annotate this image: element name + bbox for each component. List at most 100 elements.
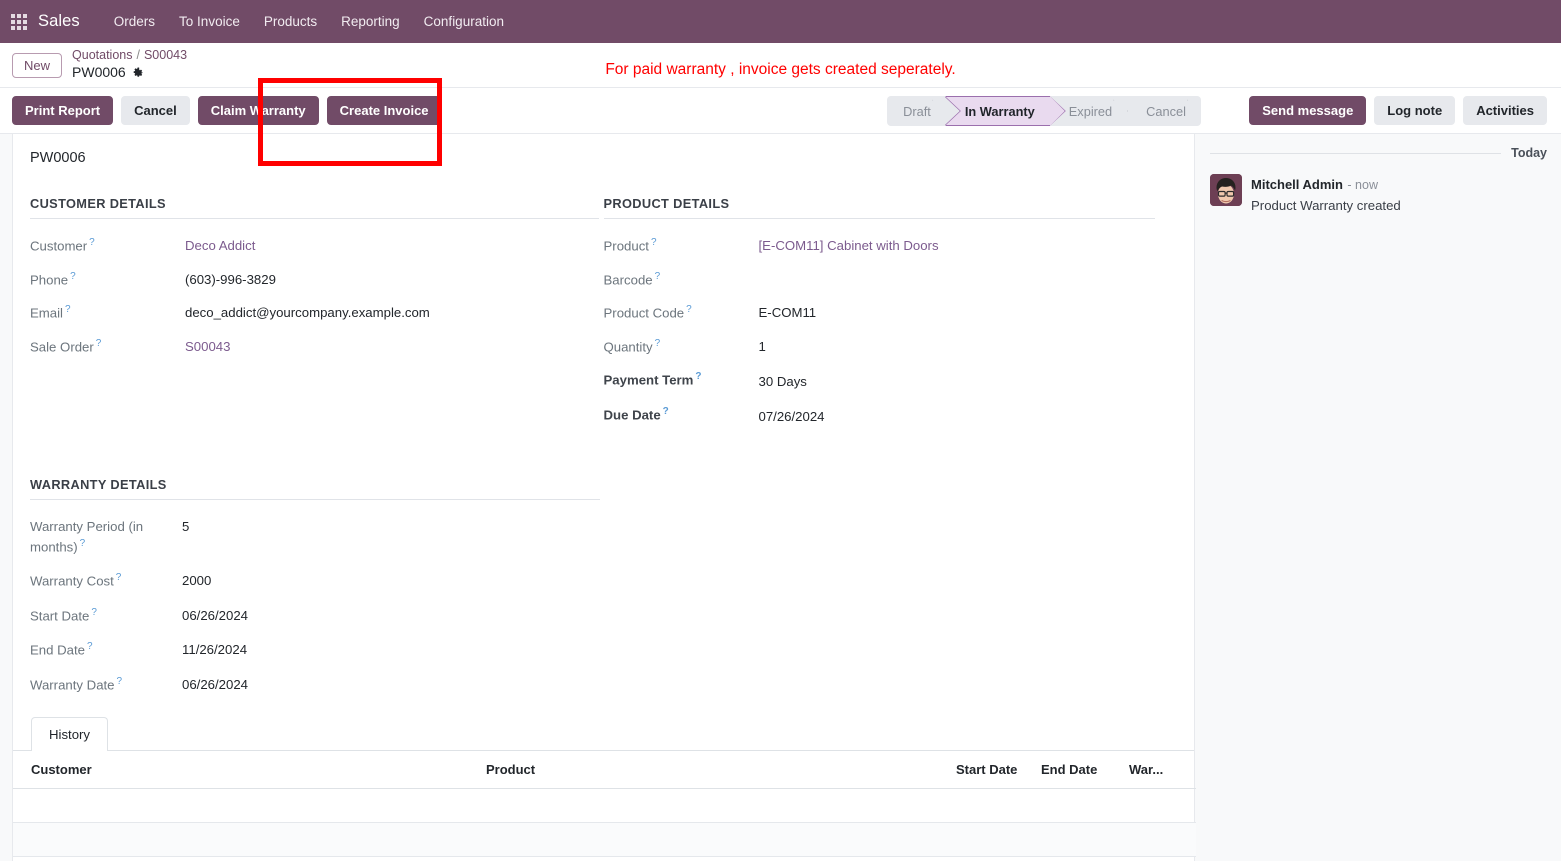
- divider: [1210, 152, 1502, 154]
- label-text: Customer: [30, 238, 88, 254]
- help-icon[interactable]: ?: [65, 304, 71, 315]
- menu-configuration[interactable]: Configuration: [412, 8, 516, 35]
- notebook-tabs: History: [13, 716, 1194, 752]
- help-icon[interactable]: ?: [663, 406, 669, 417]
- app-brand-sales[interactable]: Sales: [38, 12, 80, 31]
- product-details-title: PRODUCT DETAILS: [603, 196, 1155, 219]
- create-invoice-button[interactable]: Create Invoice: [326, 96, 442, 125]
- cell: [13, 822, 478, 858]
- column-customer[interactable]: Customer: [13, 751, 478, 790]
- new-record-button[interactable]: New: [12, 52, 63, 78]
- field-phone: Phone? (603)-996-3829: [30, 269, 604, 290]
- help-icon[interactable]: ?: [655, 338, 661, 349]
- field-value-payment-term: 30 Days: [758, 374, 807, 390]
- notebook: History Customer Product Start Date End …: [13, 716, 1196, 861]
- column-start-date[interactable]: Start Date: [948, 751, 1033, 790]
- stage-label: Expired: [1068, 103, 1113, 119]
- field-value-sale-order[interactable]: S00043: [185, 336, 230, 356]
- user-avatar[interactable]: [1210, 174, 1242, 206]
- chatter-action-buttons: Send message Log note Activities: [1249, 96, 1547, 125]
- warranty-details-group: WARRANTY DETAILS Warranty Period (in mon…: [13, 439, 1194, 694]
- table-row[interactable]: [13, 788, 1196, 824]
- help-icon[interactable]: ?: [655, 271, 661, 282]
- help-icon[interactable]: ?: [70, 271, 76, 282]
- field-product-code: Product Code? E-COM11: [604, 302, 1178, 323]
- column-end-date[interactable]: End Date: [1033, 751, 1121, 790]
- field-barcode: Barcode?: [604, 269, 1178, 290]
- record-name: PW0006: [72, 64, 126, 81]
- help-icon[interactable]: ?: [695, 371, 701, 382]
- field-value-product[interactable]: [E-COM11] Cabinet with Doors: [759, 235, 939, 255]
- field-customer: Customer? Deco Addict: [30, 235, 604, 256]
- breadcrumb-separator: /: [136, 48, 140, 63]
- label-text: Barcode: [603, 271, 653, 287]
- table-row[interactable]: [13, 856, 1196, 861]
- field-label: Phone?: [30, 269, 185, 290]
- breadcrumb-link-quotations[interactable]: Quotations: [72, 48, 132, 62]
- message-author[interactable]: Mitchell Admin: [1251, 177, 1343, 192]
- field-value-customer[interactable]: Deco Addict: [185, 235, 255, 255]
- menu-to-invoice[interactable]: To Invoice: [167, 8, 252, 35]
- help-icon[interactable]: ?: [651, 237, 657, 248]
- label-text: End Date: [30, 642, 85, 658]
- chatter-message-body: Mitchell Admin - now Product Warranty cr…: [1251, 174, 1401, 214]
- label-text: Email: [30, 305, 63, 321]
- message-timestamp: - now: [1347, 178, 1378, 192]
- gear-icon[interactable]: [132, 67, 145, 80]
- activities-button[interactable]: Activities: [1463, 96, 1547, 125]
- field-warranty-cost: Warranty Cost? 2000: [30, 570, 1177, 591]
- field-label: Email?: [30, 302, 185, 323]
- stage-cancel[interactable]: Cancel: [1127, 96, 1201, 126]
- cell: [948, 822, 1033, 858]
- field-value-start-date: 06/26/2024: [182, 607, 249, 623]
- stage-notch: [943, 96, 960, 126]
- app-root: Sales Orders To Invoice Products Reporti…: [0, 0, 1561, 861]
- label-text: Phone: [30, 271, 69, 287]
- send-message-button[interactable]: Send message: [1249, 96, 1367, 125]
- warranty-details-title: WARRANTY DETAILS: [30, 477, 600, 501]
- field-due-date: Due Date? 07/26/2024: [604, 404, 1178, 426]
- field-label: Warranty Period (in months)?: [30, 516, 182, 556]
- field-label: Product Code?: [604, 302, 759, 323]
- stage-draft[interactable]: Draft: [887, 96, 946, 126]
- grid-apps-icon[interactable]: [11, 13, 27, 30]
- stage-in-warranty[interactable]: In Warranty: [943, 96, 1066, 126]
- help-icon[interactable]: ?: [116, 572, 122, 583]
- history-table-body: [13, 788, 1196, 861]
- log-note-button[interactable]: Log note: [1374, 96, 1456, 125]
- stage-label: In Warranty: [964, 103, 1035, 119]
- product-details-group: PRODUCT DETAILS Product? [E-COM11] Cabin…: [603, 196, 1178, 439]
- cell: [13, 856, 478, 861]
- help-icon[interactable]: ?: [117, 676, 123, 687]
- chatter-panel: Today Mitchell Admin - now Product Warra…: [1196, 134, 1561, 861]
- menu-reporting[interactable]: Reporting: [329, 8, 412, 35]
- cancel-button[interactable]: Cancel: [121, 96, 190, 125]
- stage-label: Draft: [903, 103, 931, 119]
- field-label: End Date?: [30, 639, 182, 660]
- annotation-note: For paid warranty , invoice gets created…: [605, 61, 956, 78]
- help-icon[interactable]: ?: [87, 641, 93, 652]
- field-label: Barcode?: [604, 269, 759, 290]
- form-groups: CUSTOMER DETAILS Customer? Deco Addict P…: [13, 196, 1194, 439]
- cell: [1033, 856, 1121, 861]
- menu-products[interactable]: Products: [252, 8, 329, 35]
- main-menu: Orders To Invoice Products Reporting Con…: [102, 8, 516, 35]
- menu-orders[interactable]: Orders: [102, 8, 167, 35]
- help-icon[interactable]: ?: [96, 338, 102, 349]
- tab-history[interactable]: History: [31, 717, 109, 752]
- breadcrumb-link-order[interactable]: S00043: [144, 48, 187, 62]
- cell: [1121, 822, 1196, 858]
- claim-warranty-button[interactable]: Claim Warranty: [197, 96, 319, 125]
- help-icon[interactable]: ?: [686, 304, 692, 315]
- help-icon[interactable]: ?: [80, 538, 86, 549]
- field-value-end-date: 11/26/2024: [182, 642, 248, 658]
- column-warranty[interactable]: War...: [1121, 751, 1196, 790]
- field-label: Warranty Date?: [30, 674, 182, 695]
- label-text: Warranty Date: [30, 677, 115, 693]
- column-product[interactable]: Product: [478, 751, 948, 790]
- table-row[interactable]: [13, 822, 1196, 858]
- help-icon[interactable]: ?: [91, 607, 97, 618]
- print-report-button[interactable]: Print Report: [12, 96, 114, 125]
- help-icon[interactable]: ?: [89, 237, 95, 248]
- field-email: Email? deco_addict@yourcompany.example.c…: [30, 302, 604, 323]
